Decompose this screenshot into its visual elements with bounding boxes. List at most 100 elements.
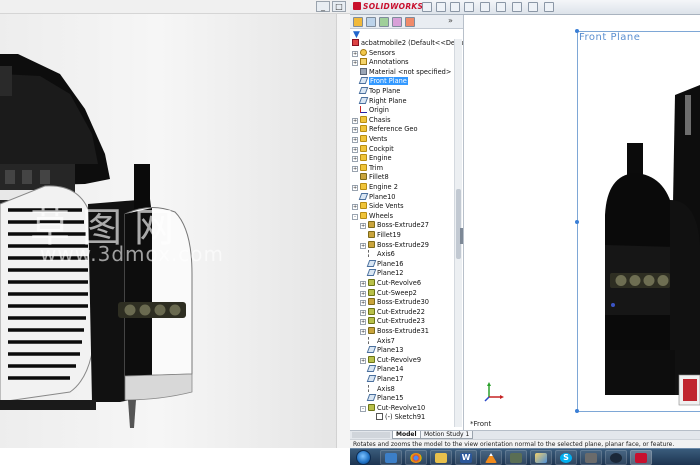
taskbar-chrome-button[interactable] [405,450,427,465]
chevron-right-icon[interactable]: » [448,16,453,25]
expand-icon[interactable]: + [352,165,358,172]
tree-item[interactable]: Top Plane [352,87,400,97]
expand-icon[interactable]: + [352,156,358,163]
taskbar-word-button[interactable]: W [455,450,477,465]
expand-icon[interactable]: + [352,127,358,134]
tree-item[interactable]: Axis6 [360,250,395,260]
plane-handle-left-middle[interactable] [575,220,579,224]
dimxpert-tab-icon[interactable] [392,17,402,27]
tree-item[interactable]: + Vents [352,135,387,145]
tree-item[interactable]: Origin [352,106,389,116]
tree-item[interactable]: Front Plane [352,77,408,87]
expand-icon[interactable]: + [352,60,358,67]
scrollbar-thumb[interactable] [456,189,461,259]
tab-scroll-arrows[interactable] [352,432,390,438]
expand-icon[interactable]: + [360,309,366,316]
expand-icon[interactable]: + [352,117,358,124]
expand-icon[interactable]: + [352,185,358,191]
save-icon[interactable] [450,2,460,12]
maximize-button[interactable]: □ [332,1,346,12]
tree-item[interactable]: Plane12 [360,269,403,279]
tree-item[interactable]: Plane17 [360,375,403,385]
expand-icon[interactable]: + [360,242,366,249]
tree-item[interactable]: + Cut-Revolve6 [360,279,421,289]
property-manager-tab-icon[interactable] [366,17,376,27]
taskbar-skype-button[interactable]: S [555,450,577,465]
undo-icon[interactable] [480,2,490,12]
tree-item[interactable]: + Sensors [352,48,395,59]
tree-item[interactable]: + Boss-Extrude30 [360,298,429,308]
expand-icon[interactable]: + [360,281,366,287]
expand-icon[interactable]: + [360,223,366,230]
tree-item[interactable]: Plane16 [360,259,403,270]
taskbar-explorer-button[interactable] [380,450,402,465]
plane-handle-bottom-left[interactable] [575,409,579,413]
expand-icon[interactable]: + [360,357,366,364]
tree-item[interactable]: + Chasis [352,115,391,126]
display-manager-tab-icon[interactable] [405,17,415,27]
rebuild-icon[interactable] [512,2,522,12]
tree-item[interactable]: Fillet19 [360,231,401,241]
new-document-icon[interactable] [422,2,432,12]
minimize-button[interactable]: _ [316,1,330,12]
tree-item[interactable]: Plane10 [352,192,395,203]
expand-icon[interactable]: + [352,146,358,153]
feature-tree-tab-icon[interactable] [353,17,363,27]
left-3d-viewport[interactable]: _ □ 草图网 www.3dmox.com [0,0,350,448]
tree-item[interactable]: + Reference Geo [352,125,418,135]
taskbar-solidworks-button[interactable] [630,450,652,465]
graphics-area[interactable]: Front Plane *Front [465,15,700,430]
tab-model[interactable]: Model [392,431,421,439]
tree-item[interactable]: Material <not specified> [352,67,451,78]
options-icon[interactable] [528,2,538,12]
tree-item[interactable]: + Boss-Extrude27 [360,221,429,231]
open-icon[interactable] [436,2,446,12]
tree-item[interactable]: Plane15 [360,394,403,404]
tree-item[interactable]: Axis7 [360,336,395,347]
front-plane-outline[interactable] [577,31,700,412]
expand-icon[interactable]: + [352,50,358,57]
start-button[interactable] [356,450,371,465]
tree-item[interactable]: + Boss-Extrude31 [360,327,429,337]
print-icon[interactable] [464,2,474,12]
taskbar-folder-button[interactable] [430,450,452,465]
expand-icon[interactable]: + [360,300,366,307]
tree-item[interactable]: + Cockpit [352,144,394,155]
taskbar-steam-button[interactable] [605,450,627,465]
taskbar-cad-button[interactable] [505,450,527,465]
configuration-tab-icon[interactable] [379,17,389,27]
tree-item[interactable]: + Cut-Sweep2 [360,288,417,299]
tree-item[interactable]: Axis8 [360,384,395,395]
tree-item[interactable]: Right Plane [352,96,407,107]
expand-icon[interactable]: + [352,137,358,143]
tree-item[interactable]: + Boss-Extrude29 [360,240,429,251]
tree-item[interactable]: - Wheels [352,211,393,222]
tree-item[interactable]: Fillet8 [352,173,389,183]
expand-icon[interactable]: + [360,290,366,297]
tree-item[interactable]: Plane13 [360,346,403,356]
taskbar-vlc-button[interactable] [480,450,502,465]
collapse-icon[interactable]: - [360,405,366,412]
expand-icon[interactable]: + [360,319,366,326]
tree-root[interactable]: acbatmobile2 (Default<<Defau [352,39,463,49]
tree-item[interactable]: + Side Vents [352,202,404,212]
expand-icon[interactable]: + [352,204,358,211]
tree-item[interactable]: + Cut-Revolve9 [360,355,421,366]
tree-item[interactable]: + Cut-Extrude22 [360,307,425,318]
tree-item[interactable]: + Trim [352,163,383,174]
tree-item[interactable]: + Engine [352,154,392,164]
select-icon[interactable] [496,2,506,12]
tree-item[interactable]: + Annotations [352,58,409,68]
taskbar-paint-button[interactable] [530,450,552,465]
tree-item[interactable]: - Cut-Revolve10 [360,403,425,414]
tree-item[interactable]: + Engine 2 [352,183,398,193]
tab-motion-study[interactable]: Motion Study 1 [420,431,474,439]
tree-item[interactable]: (-) Sketch91 [368,413,425,423]
tree-item[interactable]: Plane14 [360,365,403,375]
plane-handle-top-left[interactable] [575,29,579,33]
collapse-icon[interactable]: - [352,213,358,220]
taskbar-gallery-button[interactable] [580,450,602,465]
expand-icon[interactable]: + [360,329,366,335]
view-icon[interactable] [544,2,554,12]
tree-item[interactable]: + Cut-Extrude23 [360,317,425,327]
